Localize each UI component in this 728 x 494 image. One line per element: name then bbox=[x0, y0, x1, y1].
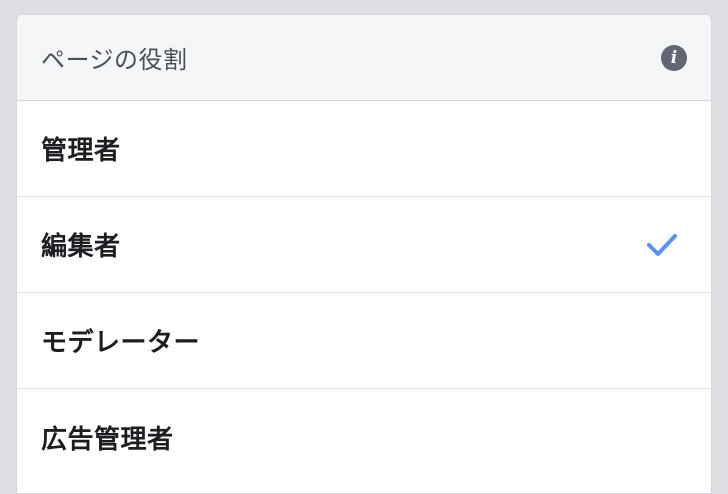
role-label: モデレーター bbox=[41, 328, 201, 358]
role-list: 管理者 編集者 モデレーター 広告管理者 bbox=[17, 101, 711, 485]
panel-title: ページの役割 bbox=[41, 46, 188, 74]
checkmark-icon bbox=[645, 232, 679, 258]
page-roles-panel: ページの役割 i 管理者 編集者 モデレーター 広告管理者 bbox=[16, 14, 712, 494]
role-item-moderator[interactable]: モデレーター bbox=[17, 293, 711, 389]
panel-header: ページの役割 i bbox=[17, 15, 711, 101]
role-label: 管理者 bbox=[41, 136, 121, 166]
role-label: 編集者 bbox=[41, 232, 121, 262]
info-icon[interactable]: i bbox=[661, 44, 687, 71]
role-label: 広告管理者 bbox=[41, 424, 174, 455]
role-item-advertiser[interactable]: 広告管理者 bbox=[17, 389, 711, 485]
role-item-admin[interactable]: 管理者 bbox=[17, 101, 711, 197]
role-item-editor[interactable]: 編集者 bbox=[17, 197, 711, 293]
